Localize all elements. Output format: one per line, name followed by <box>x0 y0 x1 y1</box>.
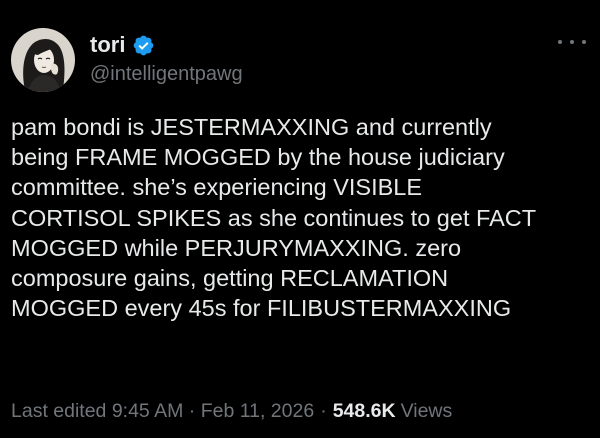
verified-badge-icon[interactable] <box>132 34 155 57</box>
author-handle[interactable]: @intelligentpawg <box>90 62 243 86</box>
tweet-card: tori @intelligentpawg pam bondi is JESTE… <box>0 0 600 438</box>
avatar-illustration-icon <box>11 28 75 92</box>
tweet-meta: Last edited 9:45 AM · Feb 11, 2026 · 548… <box>11 398 452 424</box>
more-horizontal-icon-dot <box>582 40 586 44</box>
more-options-button[interactable] <box>558 32 586 52</box>
last-edited-timestamp[interactable]: Last edited 9:45 AM · Feb 11, 2026 <box>11 400 314 423</box>
more-horizontal-icon-dot <box>570 40 574 44</box>
tweet-text: pam bondi is JESTERMAXXING and currently… <box>11 114 537 322</box>
meta-separator: · <box>320 399 327 422</box>
avatar[interactable] <box>11 28 75 92</box>
views-label: Views <box>400 399 453 422</box>
views-count[interactable]: 548.6K <box>333 400 396 423</box>
author-name-row: tori <box>90 32 155 58</box>
more-horizontal-icon <box>558 40 562 44</box>
author-display-name[interactable]: tori <box>90 32 125 58</box>
